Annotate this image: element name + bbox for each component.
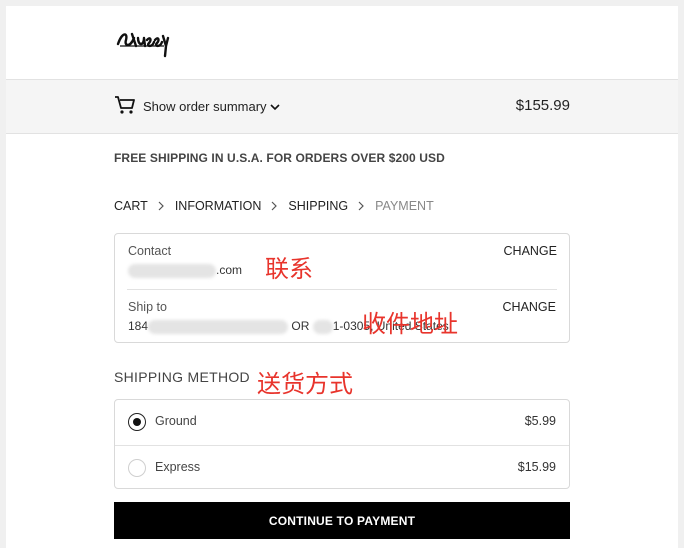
chevron-down-icon xyxy=(269,103,280,110)
annotation-address: 收件地址 xyxy=(362,310,458,338)
chevron-right-icon xyxy=(158,201,164,211)
breadcrumb-cart[interactable]: CART xyxy=(114,199,148,213)
shipping-option-express[interactable]: Express $15.99 xyxy=(115,445,569,490)
contact-row: Contact .com CHANGE xyxy=(115,234,569,289)
annotation-shipping-method: 送货方式 xyxy=(257,370,353,398)
shipping-option-name: Ground xyxy=(155,414,197,428)
contact-value-suffix: .com xyxy=(216,263,243,277)
continue-to-payment-button[interactable]: CONTINUE TO PAYMENT xyxy=(114,502,570,539)
breadcrumb-payment: PAYMENT xyxy=(375,199,434,213)
order-total: $155.99 xyxy=(515,97,570,114)
ship-to-label: Ship to xyxy=(128,300,167,314)
cart-icon xyxy=(115,96,135,114)
shipping-method-list: Ground $5.99 Express $15.99 xyxy=(114,399,570,489)
order-summary-bar: Show order summary $155.99 xyxy=(6,80,678,134)
shipping-option-name: Express xyxy=(155,460,201,474)
ship-to-row: Ship to 184 OR 1-0305, United States CHA… xyxy=(127,289,557,344)
shipping-method-title: SHIPPING METHOD xyxy=(114,369,250,385)
contact-label: Contact xyxy=(128,244,172,258)
show-order-summary-toggle[interactable]: Show order summary xyxy=(143,99,280,114)
contact-value: .com xyxy=(128,263,242,278)
breadcrumb: CART INFORMATION SHIPPING PAYMENT xyxy=(114,199,434,213)
window-frame-right xyxy=(678,0,684,548)
chevron-right-icon xyxy=(271,201,278,211)
summary-toggle-label: Show order summary xyxy=(143,99,267,114)
ship-to-value-mid: OR xyxy=(291,319,310,333)
annotation-contact: 联系 xyxy=(265,255,313,283)
site-header xyxy=(6,6,678,80)
breadcrumb-information[interactable]: INFORMATION xyxy=(175,199,262,213)
chevron-right-icon xyxy=(358,201,364,211)
stussy-logo[interactable] xyxy=(114,24,172,60)
radio-ground[interactable] xyxy=(128,413,146,431)
shipping-option-price: $15.99 xyxy=(517,460,556,474)
change-ship-to-link[interactable]: CHANGE xyxy=(503,300,556,314)
checkout-review-box: Contact .com CHANGE Ship to 184 OR 1-030… xyxy=(114,233,570,343)
breadcrumb-shipping: SHIPPING xyxy=(288,199,349,213)
ship-to-value-prefix: 184 xyxy=(128,319,149,333)
redacted-email xyxy=(128,263,216,278)
free-shipping-banner: FREE SHIPPING IN U.S.A. FOR ORDERS OVER … xyxy=(114,151,445,165)
change-contact-link[interactable]: CHANGE xyxy=(504,244,557,258)
shipping-option-price: $5.99 xyxy=(524,414,556,428)
redacted-address xyxy=(148,319,289,334)
radio-express[interactable] xyxy=(128,459,146,477)
shipping-option-ground[interactable]: Ground $5.99 xyxy=(115,400,569,445)
redacted-zip xyxy=(312,319,333,334)
